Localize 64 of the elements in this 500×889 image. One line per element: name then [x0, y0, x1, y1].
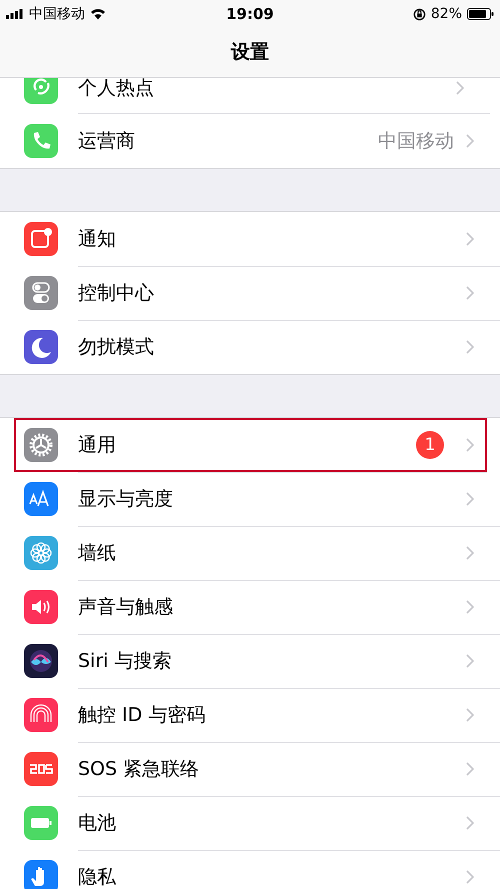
speaker-icon	[24, 590, 58, 624]
battery-icon	[24, 806, 58, 840]
chevron-icon	[466, 546, 474, 560]
chevron-icon	[466, 232, 474, 246]
settings-row[interactable]: Siri 与搜索	[0, 634, 500, 688]
chevron-icon	[466, 708, 474, 722]
chevron-icon	[466, 762, 474, 776]
chevron-icon	[466, 286, 474, 300]
notification-badge: 1	[416, 430, 444, 458]
row-label: 个人热点	[78, 78, 155, 101]
chevron-icon	[466, 438, 474, 452]
settings-row[interactable]: 个人热点	[0, 78, 500, 114]
window-title: 设置	[231, 40, 269, 65]
gear-icon	[24, 428, 58, 462]
row-label: 通知	[78, 226, 117, 252]
row-label: Siri 与搜索	[78, 648, 172, 674]
row-label: 控制中心	[78, 280, 155, 306]
chevron-icon	[466, 340, 474, 354]
phone-icon	[24, 124, 58, 158]
row-label: 电池	[78, 810, 117, 836]
sos-icon	[24, 752, 58, 786]
settings-row[interactable]: 通知	[0, 212, 500, 266]
wifi-icon	[90, 8, 106, 20]
settings-row[interactable]: 电池	[0, 796, 500, 850]
toggle-icon	[24, 276, 58, 310]
settings-row[interactable]: 通用 1	[14, 418, 487, 472]
settings-row[interactable]: 隐私	[0, 850, 500, 889]
status-time: 19:09	[226, 5, 274, 23]
row-label: 显示与亮度	[78, 486, 174, 512]
settings-row[interactable]: 运营商 中国移动	[0, 114, 500, 168]
chevron-icon	[466, 134, 474, 148]
row-label: 声音与触感	[78, 594, 174, 620]
settings-row[interactable]: 声音与触感	[0, 580, 500, 634]
row-label: 墙纸	[78, 540, 117, 566]
chevron-icon	[466, 870, 474, 884]
orb-icon	[24, 644, 58, 678]
settings-row[interactable]: 触控 ID 与密码	[0, 688, 500, 742]
chevron-icon	[466, 600, 474, 614]
text-size-icon	[24, 482, 58, 516]
settings-row[interactable]: 控制中心	[0, 266, 500, 320]
signal-icon	[6, 9, 24, 19]
row-value: 中国移动	[378, 129, 454, 154]
settings-row[interactable]: 墙纸	[0, 526, 500, 580]
battery-icon	[467, 8, 494, 20]
chevron-icon	[466, 654, 474, 668]
row-label: SOS 紧急联络	[78, 756, 200, 782]
row-label: 隐私	[78, 865, 117, 889]
settings-row[interactable]: 显示与亮度	[0, 472, 500, 526]
moon-icon	[24, 330, 58, 364]
chevron-icon	[456, 81, 464, 95]
flower-icon	[24, 536, 58, 570]
fingerprint-icon	[24, 698, 58, 732]
carrier-name: 中国移动	[29, 5, 85, 23]
settings-row[interactable]: SOS 紧急联络	[0, 742, 500, 796]
row-label: 勿扰模式	[78, 335, 155, 360]
chevron-icon	[466, 816, 474, 830]
row-label: 通用	[78, 432, 117, 458]
battery-percent: 82%	[430, 6, 462, 22]
row-label: 触控 ID 与密码	[78, 702, 206, 728]
notification-icon	[24, 222, 58, 256]
settings-row[interactable]: 勿扰模式	[0, 320, 500, 374]
chevron-icon	[466, 492, 474, 506]
row-label: 运营商	[78, 129, 136, 154]
rotation-lock-icon	[412, 8, 426, 20]
